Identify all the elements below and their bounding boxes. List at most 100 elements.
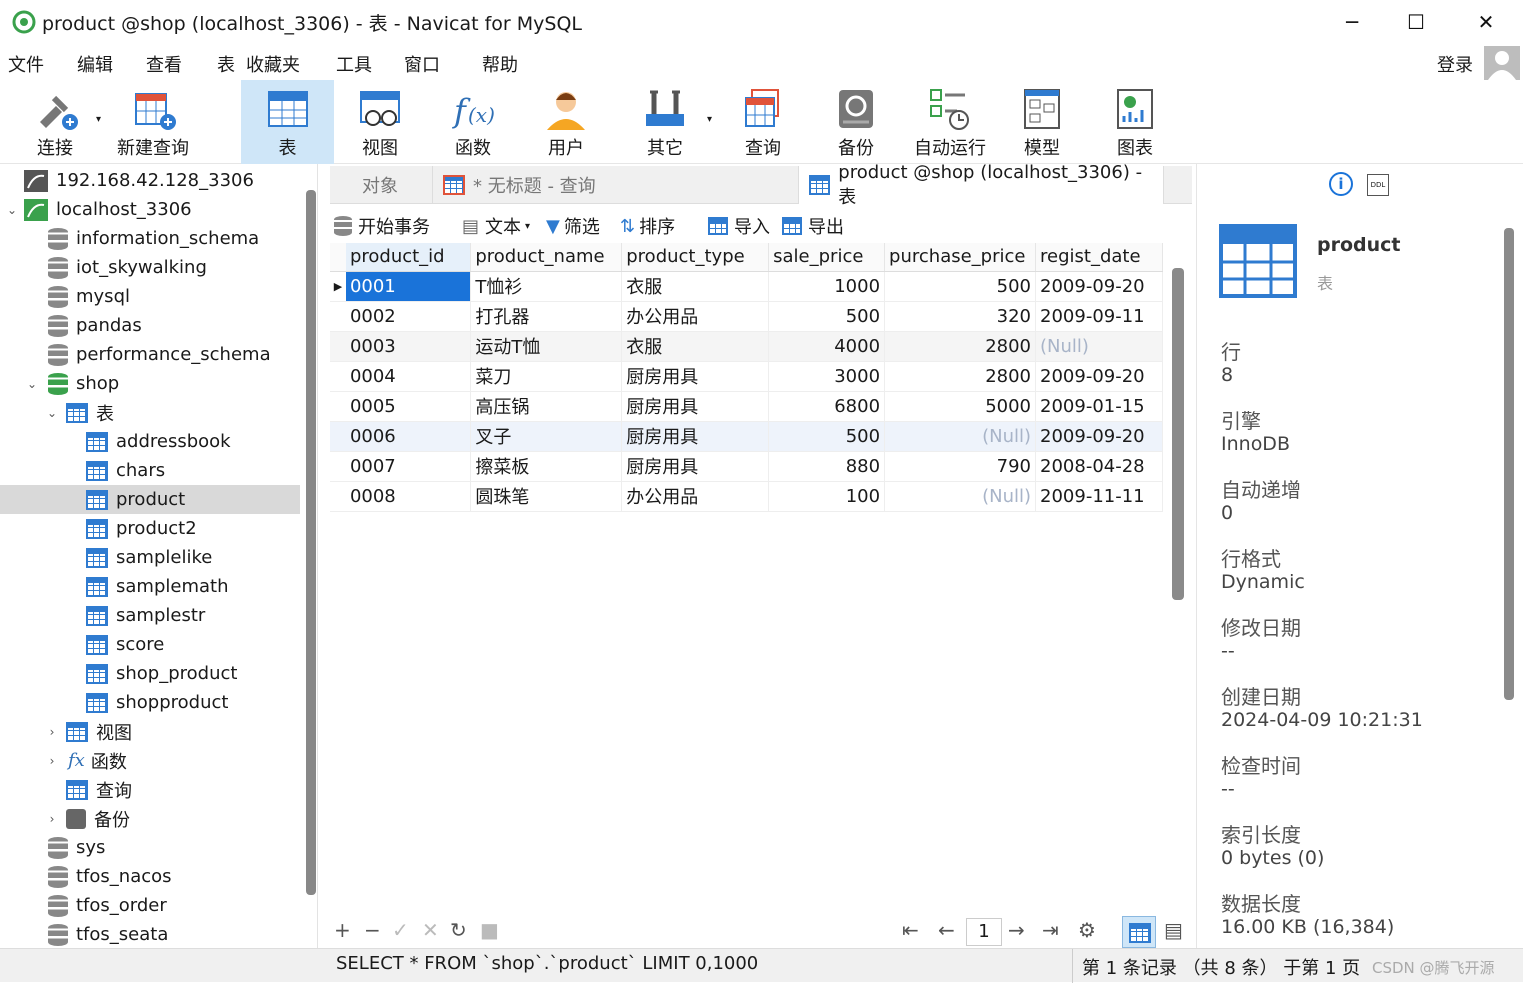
menu-table[interactable]: 表 [217,51,235,77]
db-tfos-seata[interactable]: tfos_seata [0,920,300,949]
chevron-down-icon[interactable]: ⌄ [4,203,20,217]
grid-cell[interactable]: 880 [768,451,886,482]
grid-cell[interactable]: 6800 [768,391,886,422]
sort-button[interactable]: ⇅ 排序 [620,208,675,244]
grid-cell[interactable]: 2009-09-20 [1035,421,1163,452]
filter-button[interactable]: ▼ 筛选 [546,208,600,244]
chevron-right-icon[interactable]: › [44,754,60,768]
table-item[interactable]: samplemath [0,572,300,601]
grid-cell[interactable]: 2009-09-20 [1035,361,1163,392]
backup-button[interactable]: 备份 [816,80,896,164]
settings-gear-icon[interactable]: ⚙ [1078,918,1096,942]
grid-cell[interactable]: 500 [768,421,886,452]
grid-cell[interactable]: 厨房用具 [621,421,770,452]
group-functions[interactable]: › fx 函数 [0,746,300,775]
close-button[interactable]: ✕ [1452,0,1520,44]
grid-cell[interactable]: 0003 [345,331,472,362]
info-icon[interactable]: i [1329,172,1353,196]
model-button[interactable]: 模型 [1002,80,1082,164]
menu-view[interactable]: 查看 [146,51,182,77]
grid-cell[interactable]: 2009-09-20 [1035,271,1163,302]
db-pandas[interactable]: pandas [0,311,300,340]
query-button[interactable]: 查询 [723,80,803,164]
chevron-down-icon[interactable]: ⌄ [44,406,60,420]
login-link[interactable]: 登录 [1437,51,1473,77]
table-row[interactable]: 0006 叉子 厨房用具 500 (Null) 2009-09-20 [330,421,1163,452]
group-backups[interactable]: › 备份 [0,804,300,833]
column-header[interactable]: regist_date [1035,243,1163,272]
info-scrollbar[interactable] [1504,228,1514,700]
table-item[interactable]: samplelike [0,543,300,572]
table-row[interactable]: 0002 打孔器 办公用品 500 320 2009-09-11 [330,301,1163,332]
maximize-button[interactable]: ☐ [1382,0,1450,44]
chart-button[interactable]: 图表 [1095,80,1175,164]
column-header[interactable]: product_type [621,243,770,272]
last-page-icon[interactable]: ⇥ [1042,918,1059,942]
grid-cell[interactable]: 办公用品 [621,481,770,512]
menu-favorites[interactable]: 收藏夹 [246,51,300,77]
prev-page-icon[interactable]: ← [938,918,955,942]
db-tfos-nacos[interactable]: tfos_nacos [0,862,300,891]
grid-cell[interactable]: 0008 [345,481,472,512]
grid-cell[interactable]: 2008-04-28 [1035,451,1163,482]
delete-record-icon[interactable]: − [364,918,381,942]
grid-cell[interactable]: 2009-01-15 [1035,391,1163,422]
grid-cell[interactable]: 厨房用具 [621,361,770,392]
sidebar-scrollbar[interactable] [306,190,316,895]
group-queries[interactable]: 查询 [0,775,300,804]
menu-edit[interactable]: 编辑 [77,51,113,77]
first-page-icon[interactable]: ⇤ [902,918,919,942]
grid-cell[interactable]: 厨房用具 [621,391,770,422]
table-item[interactable]: shop_product [0,659,300,688]
group-views[interactable]: › 视图 [0,717,300,746]
add-record-icon[interactable]: + [334,918,351,942]
null-cell[interactable]: (Null) [1035,331,1163,362]
table-row[interactable]: 0007 擦菜板 厨房用具 880 790 2008-04-28 [330,451,1163,482]
grid-cell[interactable]: 衣服 [621,331,770,362]
grid-cell[interactable]: 衣服 [621,271,770,302]
form-view-icon[interactable]: ▤ [1164,918,1183,942]
chevron-right-icon[interactable]: › [44,725,60,739]
view-button[interactable]: 视图 [340,80,420,164]
db-iot-skywalking[interactable]: iot_skywalking [0,253,300,282]
tab-untitled-query[interactable]: * 无标题 - 查询 [432,166,797,204]
page-number-input[interactable]: 1 [966,918,1002,946]
null-cell[interactable]: (Null) [884,481,1037,512]
db-mysql[interactable]: mysql [0,282,300,311]
column-header[interactable]: sale_price [768,243,886,272]
discard-icon[interactable]: ✕ [422,918,439,942]
other-dropdown-icon[interactable]: ▾ [707,114,712,125]
apply-icon[interactable]: ✓ [392,918,409,942]
db-information-schema[interactable]: information_schema [0,224,300,253]
db-shop[interactable]: ⌄ shop [0,369,300,398]
tab-product-table[interactable]: product @shop (localhost_3306) - 表 [798,162,1164,208]
import-button[interactable]: 导入 [708,208,770,244]
table-item[interactable]: score [0,630,300,659]
grid-cell[interactable]: 圆珠笔 [470,481,623,512]
grid-cell[interactable]: 厨房用具 [621,451,770,482]
grid-cell[interactable]: 0006 [345,421,472,452]
db-tfos-order[interactable]: tfos_order [0,891,300,920]
table-row[interactable]: ▶ 0001 T恤衫 衣服 1000 500 2009-09-20 [330,271,1163,302]
data-grid[interactable]: product_id product_name product_type sal… [330,243,1163,512]
grid-cell[interactable]: 0005 [345,391,472,422]
grid-cell[interactable]: 高压锅 [470,391,623,422]
grid-cell[interactable]: 2009-09-11 [1035,301,1163,332]
table-item-selected[interactable]: product [0,485,300,514]
column-header[interactable]: purchase_price [884,243,1037,272]
other-button[interactable]: 其它 [624,80,706,164]
grid-cell[interactable]: 3000 [768,361,886,392]
autorun-button[interactable]: 自动运行 [909,80,991,164]
group-tables[interactable]: ⌄ 表 [0,398,300,427]
export-button[interactable]: 导出 [782,208,844,244]
minimize-button[interactable]: ─ [1318,0,1386,44]
grid-cell[interactable]: 500 [884,271,1037,302]
grid-cell[interactable]: 办公用品 [621,301,770,332]
column-header[interactable]: product_name [470,243,623,272]
table-button[interactable]: 表 [241,80,334,164]
table-row[interactable]: 0004 菜刀 厨房用具 3000 2800 2009-09-20 [330,361,1163,392]
menu-window[interactable]: 窗口 [404,51,440,77]
menu-file[interactable]: 文件 [8,51,44,77]
grid-cell[interactable]: 菜刀 [470,361,623,392]
column-header[interactable]: product_id [345,243,472,272]
